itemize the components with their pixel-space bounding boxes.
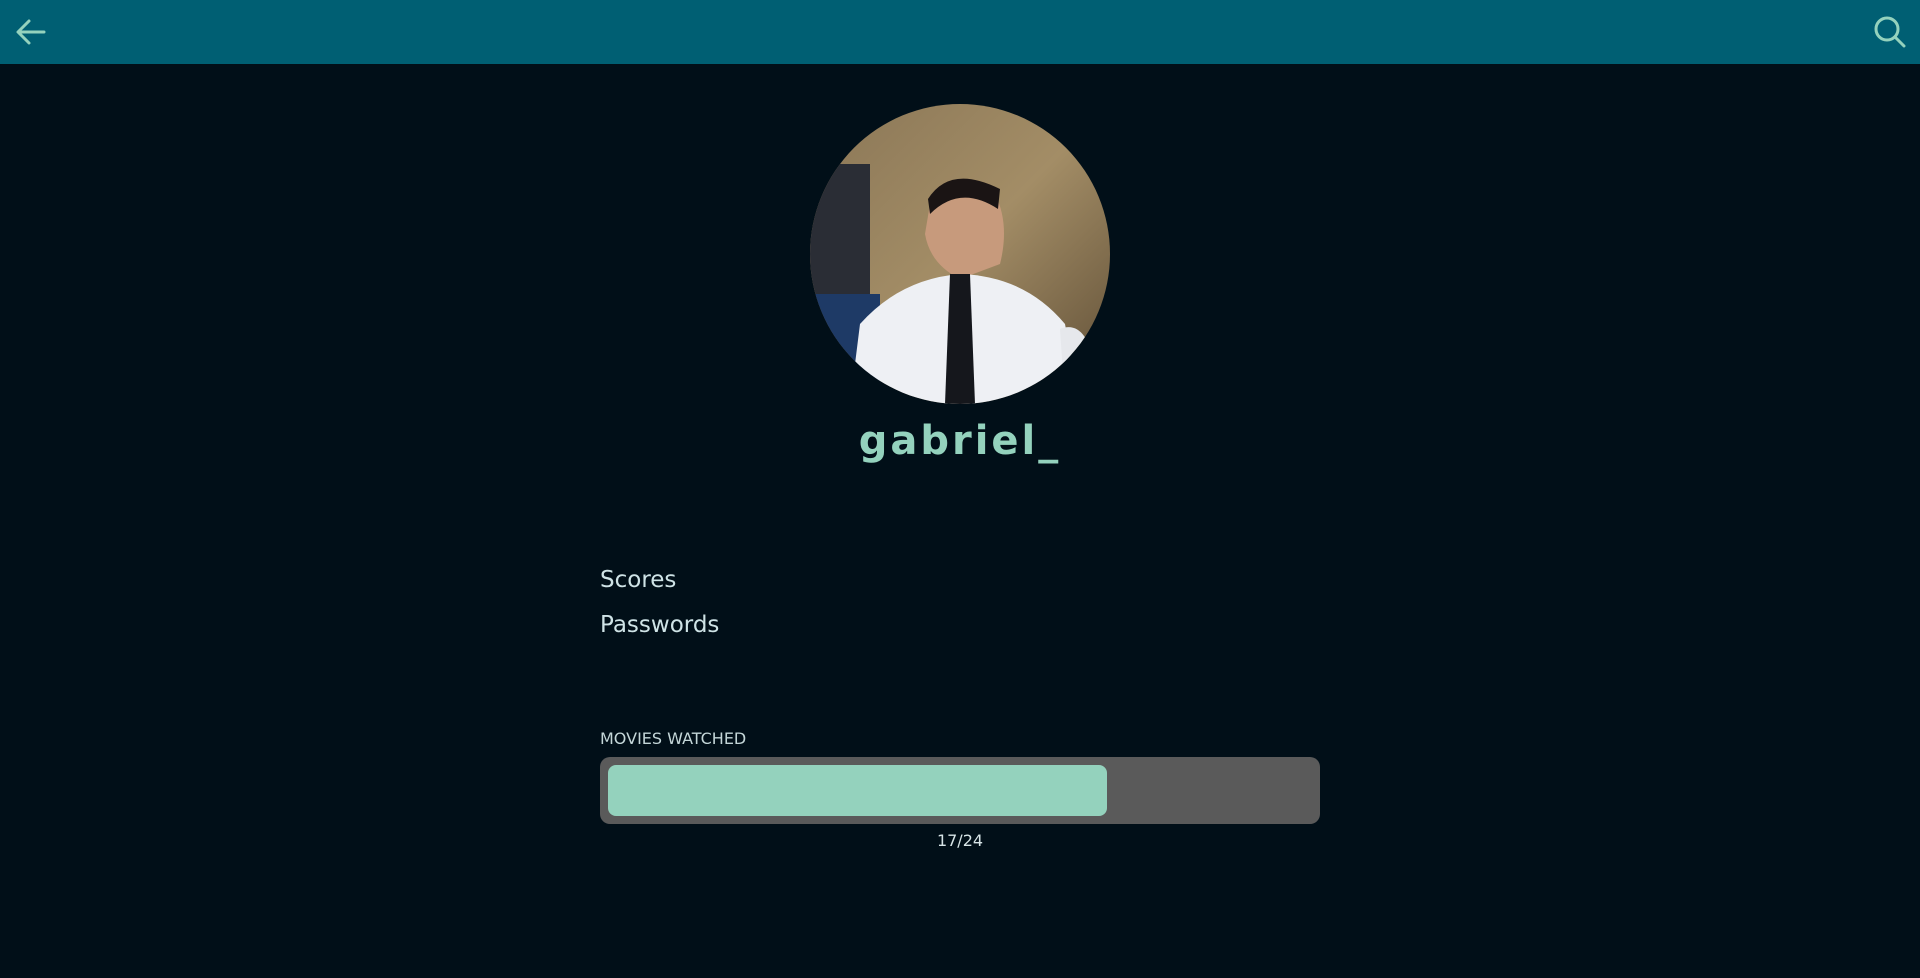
- movies-watched-progress-bar: [600, 757, 1320, 824]
- search-button[interactable]: [1870, 12, 1910, 52]
- menu-item-passwords[interactable]: Passwords: [600, 603, 719, 648]
- back-button[interactable]: [11, 12, 51, 52]
- search-icon: [1874, 16, 1906, 48]
- movies-watched-label: MOVIES WATCHED: [600, 729, 747, 748]
- profile-menu: Scores Passwords: [600, 558, 719, 648]
- arrow-left-icon: [16, 19, 46, 45]
- avatar: [810, 104, 1110, 404]
- movies-watched-count: 17/24: [936, 831, 984, 850]
- avatar-photo: [810, 104, 1110, 404]
- top-app-bar: [0, 0, 1920, 64]
- menu-item-scores[interactable]: Scores: [600, 558, 719, 603]
- username: gabriel_: [858, 418, 1062, 464]
- movies-watched-progress-fill: [608, 765, 1107, 816]
